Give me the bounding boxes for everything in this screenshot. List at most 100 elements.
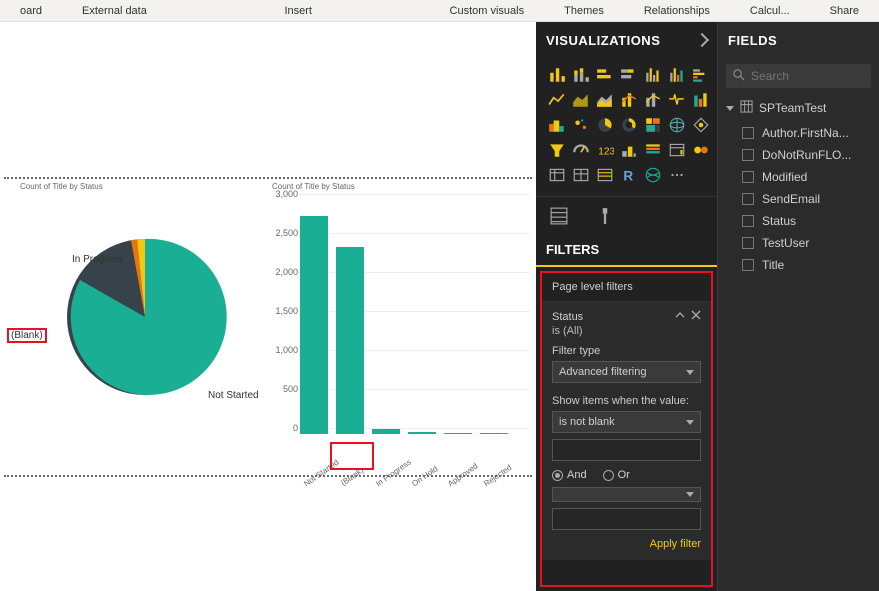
viz-type-icon[interactable] bbox=[642, 64, 664, 86]
fields-header: FIELDS bbox=[718, 22, 879, 58]
field-checkbox[interactable] bbox=[742, 237, 754, 249]
viz-type-icon[interactable] bbox=[690, 114, 712, 136]
caret-down-icon bbox=[686, 370, 694, 375]
bar[interactable] bbox=[336, 247, 364, 434]
viz-type-icon[interactable]: 123 bbox=[594, 139, 616, 161]
viz-type-icon[interactable] bbox=[546, 139, 568, 161]
field-item[interactable]: TestUser bbox=[718, 232, 879, 254]
condition2-value-input[interactable] bbox=[552, 508, 701, 530]
field-checkbox[interactable] bbox=[742, 215, 754, 227]
viz-type-icon[interactable] bbox=[570, 64, 592, 86]
viz-type-icon[interactable] bbox=[666, 89, 688, 111]
collapse-icon[interactable] bbox=[695, 33, 709, 47]
or-radio[interactable]: Or bbox=[603, 469, 630, 481]
field-checkbox[interactable] bbox=[742, 127, 754, 139]
caret-down-icon bbox=[686, 420, 694, 425]
filters-header: FILTERS bbox=[536, 238, 717, 267]
pie-chart-visual[interactable]: Count of Title by Status In Progress (Bl… bbox=[20, 182, 270, 472]
viz-type-icon[interactable] bbox=[642, 114, 664, 136]
show-items-label: Show items when the value: bbox=[552, 395, 701, 407]
filter-state: is (All) bbox=[552, 325, 701, 337]
viz-type-icon[interactable] bbox=[642, 89, 664, 111]
bar[interactable] bbox=[300, 216, 328, 434]
apply-filter-link[interactable]: Apply filter bbox=[552, 530, 701, 552]
bar[interactable] bbox=[480, 433, 508, 434]
bar[interactable] bbox=[408, 432, 436, 434]
remove-filter-icon[interactable] bbox=[691, 310, 701, 323]
field-checkbox[interactable] bbox=[742, 171, 754, 183]
viz-type-icon[interactable] bbox=[618, 114, 640, 136]
field-item[interactable]: Status bbox=[718, 210, 879, 232]
ribbon: oard External data Insert Custom visuals… bbox=[0, 0, 879, 22]
table-node[interactable]: SPTeamTest bbox=[718, 94, 879, 122]
viz-type-icon[interactable] bbox=[666, 139, 688, 161]
viz-type-icon[interactable] bbox=[570, 139, 592, 161]
viz-type-icon[interactable] bbox=[546, 64, 568, 86]
viz-type-icon[interactable]: R bbox=[618, 164, 640, 186]
visualizations-header: VISUALIZATIONS bbox=[536, 22, 717, 58]
expand-icon bbox=[726, 106, 734, 111]
report-canvas[interactable]: Count of Title by Status In Progress (Bl… bbox=[0, 22, 536, 591]
viz-type-icon[interactable] bbox=[666, 114, 688, 136]
ribbon-tab[interactable]: oard bbox=[0, 5, 62, 17]
fields-search[interactable] bbox=[726, 64, 871, 88]
viz-type-icon[interactable] bbox=[690, 89, 712, 111]
ribbon-tab[interactable]: Share bbox=[810, 5, 879, 17]
collapse-filter-icon[interactable] bbox=[675, 310, 685, 323]
field-item[interactable]: Title bbox=[718, 254, 879, 276]
ribbon-tab[interactable]: Relationships bbox=[624, 5, 730, 17]
bar-chart-visual[interactable]: Count of Title by Status 05001,0001,5002… bbox=[272, 182, 530, 472]
filters-body-highlighted: Page level filters Status is (All) Filte… bbox=[540, 271, 713, 587]
ribbon-tab[interactable]: Insert bbox=[264, 5, 332, 17]
field-item[interactable]: SendEmail bbox=[718, 188, 879, 210]
viz-type-icon[interactable] bbox=[570, 114, 592, 136]
viz-type-icon[interactable] bbox=[618, 139, 640, 161]
field-item[interactable]: Modified bbox=[718, 166, 879, 188]
viz-type-icon[interactable] bbox=[618, 89, 640, 111]
y-tick: 1,500 bbox=[275, 306, 298, 316]
field-item[interactable]: DoNotRunFLO... bbox=[718, 144, 879, 166]
format-tab-icon[interactable] bbox=[596, 207, 614, 228]
condition2-select[interactable] bbox=[552, 487, 701, 502]
viz-type-icon[interactable] bbox=[594, 114, 616, 136]
ribbon-tab[interactable]: Calcul... bbox=[730, 5, 810, 17]
fields-search-input[interactable] bbox=[751, 69, 879, 83]
viz-type-icon[interactable] bbox=[690, 64, 712, 86]
viz-type-icon[interactable] bbox=[594, 164, 616, 186]
viz-type-icon[interactable] bbox=[546, 114, 568, 136]
viz-type-icon[interactable] bbox=[594, 64, 616, 86]
bar[interactable] bbox=[444, 433, 472, 434]
viz-type-icon[interactable] bbox=[666, 164, 688, 186]
y-tick: 500 bbox=[283, 384, 298, 394]
viz-type-icon[interactable] bbox=[618, 64, 640, 86]
field-checkbox[interactable] bbox=[742, 193, 754, 205]
viz-type-icon[interactable] bbox=[642, 164, 664, 186]
viz-type-icon[interactable] bbox=[594, 89, 616, 111]
y-tick: 2,000 bbox=[275, 267, 298, 277]
ribbon-tab[interactable]: Themes bbox=[544, 5, 624, 17]
bar-plot: 05001,0001,5002,0002,5003,000Not Started… bbox=[272, 194, 530, 472]
viz-type-icon[interactable] bbox=[570, 89, 592, 111]
viz-type-icon[interactable] bbox=[546, 164, 568, 186]
pie-label-blank-highlight: (Blank) bbox=[7, 328, 47, 343]
blank-xlabel-highlight bbox=[330, 442, 374, 470]
filter-card[interactable]: Status is (All) Filter type Advanced fil… bbox=[542, 302, 711, 560]
field-checkbox[interactable] bbox=[742, 259, 754, 271]
caret-down-icon bbox=[686, 492, 694, 497]
viz-type-icon[interactable] bbox=[570, 164, 592, 186]
viz-type-icon[interactable] bbox=[666, 64, 688, 86]
field-checkbox[interactable] bbox=[742, 149, 754, 161]
viz-type-icon[interactable] bbox=[690, 139, 712, 161]
condition1-value-input[interactable] bbox=[552, 439, 701, 461]
condition1-select[interactable]: is not blank bbox=[552, 411, 701, 433]
viz-type-icon[interactable] bbox=[642, 139, 664, 161]
viz-type-icon[interactable] bbox=[546, 89, 568, 111]
ribbon-tab[interactable]: Custom visuals bbox=[430, 5, 545, 17]
fields-tab-icon[interactable] bbox=[550, 207, 568, 228]
bar[interactable] bbox=[372, 429, 400, 434]
and-radio[interactable]: And bbox=[552, 469, 587, 481]
ribbon-tab[interactable]: External data bbox=[62, 5, 167, 17]
search-icon bbox=[732, 68, 745, 84]
filter-type-select[interactable]: Advanced filtering bbox=[552, 361, 701, 383]
field-item[interactable]: Author.FirstNa... bbox=[718, 122, 879, 144]
